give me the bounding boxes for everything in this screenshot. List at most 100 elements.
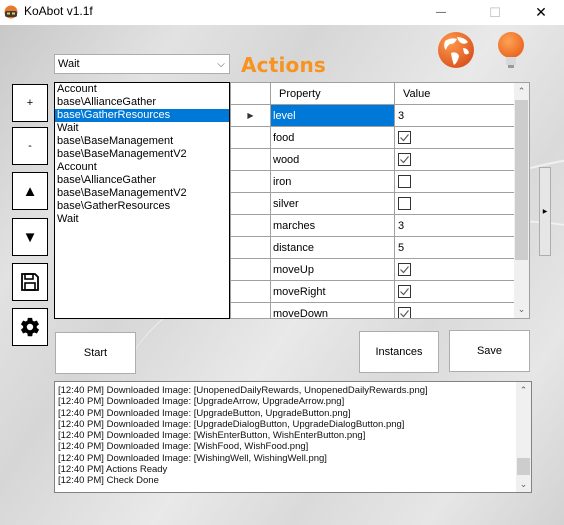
checkbox[interactable] bbox=[398, 153, 411, 166]
property-name-cell[interactable]: moveDown bbox=[271, 303, 395, 318]
save-list-button[interactable] bbox=[12, 263, 48, 301]
minimize-icon: — bbox=[436, 7, 446, 18]
checkbox[interactable] bbox=[398, 175, 411, 188]
lightbulb-icon[interactable] bbox=[495, 31, 527, 71]
property-value-cell[interactable]: 3 bbox=[395, 105, 515, 126]
row-header[interactable] bbox=[231, 303, 271, 318]
action-type-dropdown[interactable]: Wait ⌵ bbox=[54, 54, 230, 74]
maximize-button[interactable]: ☐ bbox=[472, 0, 518, 25]
log-output[interactable]: [12:40 PM] Downloaded Image: [UnopenedDa… bbox=[54, 381, 532, 493]
grid-scrollbar[interactable]: ⌃ ⌄ bbox=[514, 83, 529, 318]
property-name-cell[interactable]: food bbox=[271, 127, 395, 148]
property-value-cell[interactable] bbox=[395, 259, 515, 280]
main-panel: Wait ⌵ Actions + - ▲ ▼ Account base\Alli… bbox=[0, 25, 564, 525]
floppy-disk-icon bbox=[21, 273, 39, 291]
add-action-button[interactable]: + bbox=[12, 84, 48, 122]
property-name-cell[interactable]: moveRight bbox=[271, 281, 395, 302]
row-header[interactable] bbox=[231, 127, 271, 148]
scroll-down-icon[interactable]: ⌄ bbox=[516, 476, 531, 492]
grid-row[interactable]: moveUp bbox=[231, 259, 515, 281]
row-header[interactable]: ▶ bbox=[231, 105, 271, 126]
property-name-cell[interactable]: wood bbox=[271, 149, 395, 170]
checkbox[interactable] bbox=[398, 285, 411, 298]
row-header[interactable] bbox=[231, 193, 271, 214]
row-header[interactable] bbox=[231, 215, 271, 236]
save-button[interactable]: Save bbox=[449, 330, 530, 372]
actions-heading: Actions bbox=[241, 53, 327, 77]
scroll-up-icon[interactable]: ⌃ bbox=[514, 83, 529, 100]
column-header-property[interactable]: Property bbox=[271, 83, 395, 104]
grid-row[interactable]: iron bbox=[231, 171, 515, 193]
scroll-up-icon[interactable]: ⌃ bbox=[516, 382, 531, 398]
list-item[interactable]: base\GatherResources bbox=[55, 200, 229, 213]
start-button[interactable]: Start bbox=[55, 332, 136, 374]
property-value-cell[interactable] bbox=[395, 149, 515, 170]
list-item[interactable]: Account bbox=[55, 83, 229, 96]
column-header-value[interactable]: Value bbox=[395, 83, 515, 104]
list-item[interactable]: base\AllianceGather bbox=[55, 96, 229, 109]
close-button[interactable]: ✕ bbox=[518, 0, 564, 25]
arrow-right-icon: ▶ bbox=[542, 209, 548, 215]
row-header[interactable] bbox=[231, 149, 271, 170]
property-name-cell[interactable]: marches bbox=[271, 215, 395, 236]
property-value-cell[interactable] bbox=[395, 281, 515, 302]
list-item[interactable]: base\GatherResources bbox=[55, 109, 229, 122]
remove-action-button[interactable]: - bbox=[12, 127, 48, 165]
list-item[interactable]: Wait bbox=[55, 213, 229, 226]
row-header[interactable] bbox=[231, 281, 271, 302]
property-value-cell[interactable] bbox=[395, 193, 515, 214]
list-item[interactable]: base\BaseManagement bbox=[55, 135, 229, 148]
app-logo-icon bbox=[4, 5, 18, 19]
window-title: KoAbot v1.1f bbox=[24, 4, 93, 18]
list-item[interactable]: Account bbox=[55, 161, 229, 174]
scroll-thumb[interactable] bbox=[517, 458, 530, 475]
checkbox[interactable] bbox=[398, 131, 411, 144]
action-list[interactable]: Account base\AllianceGather base\GatherRes… bbox=[54, 82, 230, 319]
settings-button[interactable] bbox=[12, 308, 48, 346]
instances-button[interactable]: Instances bbox=[359, 331, 439, 373]
maximize-icon: ☐ bbox=[489, 4, 501, 20]
scroll-down-icon[interactable]: ⌄ bbox=[514, 301, 529, 318]
property-grid[interactable]: Property Value ▶ level 3 food wood iron silver… bbox=[230, 82, 530, 319]
grid-row[interactable]: silver bbox=[231, 193, 515, 215]
log-scrollbar[interactable]: ⌃ ⌄ bbox=[516, 382, 531, 492]
grid-row[interactable]: ▶ level 3 bbox=[231, 105, 515, 127]
move-up-button[interactable]: ▲ bbox=[12, 172, 48, 210]
grid-row[interactable]: moveDown bbox=[231, 303, 515, 318]
property-value-cell[interactable]: 3 bbox=[395, 215, 515, 236]
checkbox[interactable] bbox=[398, 263, 411, 276]
property-name-cell[interactable]: silver bbox=[271, 193, 395, 214]
grid-row[interactable]: moveRight bbox=[231, 281, 515, 303]
checkbox[interactable] bbox=[398, 307, 411, 318]
gear-icon bbox=[21, 317, 39, 337]
grid-row[interactable]: wood bbox=[231, 149, 515, 171]
row-header[interactable] bbox=[231, 237, 271, 258]
property-name-cell[interactable]: moveUp bbox=[271, 259, 395, 280]
property-name-cell[interactable]: level bbox=[271, 105, 395, 126]
action-type-value: Wait bbox=[58, 58, 80, 70]
property-value-cell[interactable] bbox=[395, 171, 515, 192]
scroll-thumb[interactable] bbox=[515, 100, 528, 260]
property-value-cell[interactable]: 5 bbox=[395, 237, 515, 258]
row-header[interactable] bbox=[231, 171, 271, 192]
list-item[interactable]: base\BaseManagementV2 bbox=[55, 148, 229, 161]
row-header[interactable] bbox=[231, 259, 271, 280]
checkmark-icon bbox=[400, 310, 409, 318]
list-item[interactable]: base\AllianceGather bbox=[55, 174, 229, 187]
move-down-button[interactable]: ▼ bbox=[12, 218, 48, 256]
property-value-cell[interactable] bbox=[395, 127, 515, 148]
list-item[interactable]: base\BaseManagementV2 bbox=[55, 187, 229, 200]
grid-row[interactable]: food bbox=[231, 127, 515, 149]
grid-row[interactable]: distance 5 bbox=[231, 237, 515, 259]
globe-icon[interactable] bbox=[437, 31, 475, 69]
list-item[interactable]: Wait bbox=[55, 122, 229, 135]
property-value-cell[interactable] bbox=[395, 303, 515, 318]
minimize-button[interactable]: — bbox=[418, 0, 464, 25]
property-name-cell[interactable]: iron bbox=[271, 171, 395, 192]
checkmark-icon bbox=[400, 134, 409, 142]
expand-panel-button[interactable]: ▶ bbox=[539, 167, 551, 256]
checkbox[interactable] bbox=[398, 197, 411, 210]
grid-row[interactable]: marches 3 bbox=[231, 215, 515, 237]
property-name-cell[interactable]: distance bbox=[271, 237, 395, 258]
log-line: [12:40 PM] Check Done bbox=[58, 475, 159, 487]
